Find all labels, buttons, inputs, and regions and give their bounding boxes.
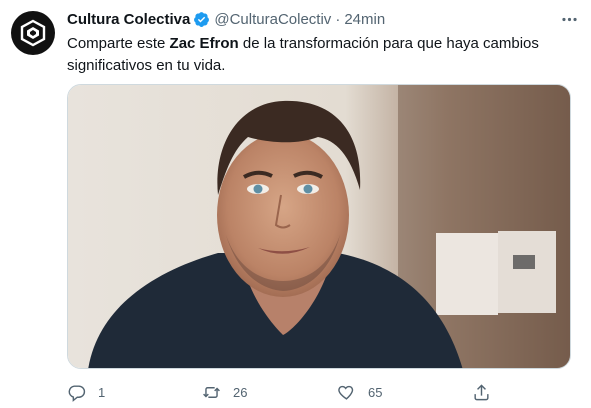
tweet-time[interactable]: 24min: [344, 11, 385, 28]
like-button[interactable]: 65: [337, 383, 472, 402]
verified-badge-icon: [194, 11, 210, 27]
retweet-icon: [203, 386, 220, 398]
more-options-icon: [561, 17, 577, 21]
more-options-button[interactable]: [557, 7, 581, 31]
avatar[interactable]: [11, 11, 55, 55]
tweet-text: Comparte este Zac Efron de la transforma…: [67, 33, 567, 77]
retweet-button[interactable]: 26: [202, 383, 337, 402]
tweet-text-start: Comparte este: [67, 35, 170, 52]
author-handle[interactable]: @CulturaColectiv: [214, 11, 331, 28]
tweet-actions: 1 26 65: [67, 379, 527, 405]
reply-button[interactable]: 1: [67, 383, 202, 402]
like-count: 65: [368, 384, 383, 400]
photo-image: [68, 85, 570, 368]
retweet-count: 26: [233, 384, 248, 400]
share-button[interactable]: [472, 383, 491, 402]
author-name[interactable]: Cultura Colectiva: [67, 11, 190, 28]
tweet-header: Cultura Colectiva @CulturaColectiv · 24m…: [67, 9, 581, 29]
heart-icon: [338, 385, 354, 400]
cultura-colectiva-logo-icon: [20, 19, 46, 47]
separator-dot: ·: [335, 10, 341, 28]
tweet-text-highlight: Zac Efron: [169, 35, 239, 52]
reply-icon: [68, 384, 86, 402]
share-icon: [474, 383, 489, 400]
tweet-media-photo[interactable]: [67, 84, 571, 369]
reply-count: 1: [98, 384, 106, 400]
